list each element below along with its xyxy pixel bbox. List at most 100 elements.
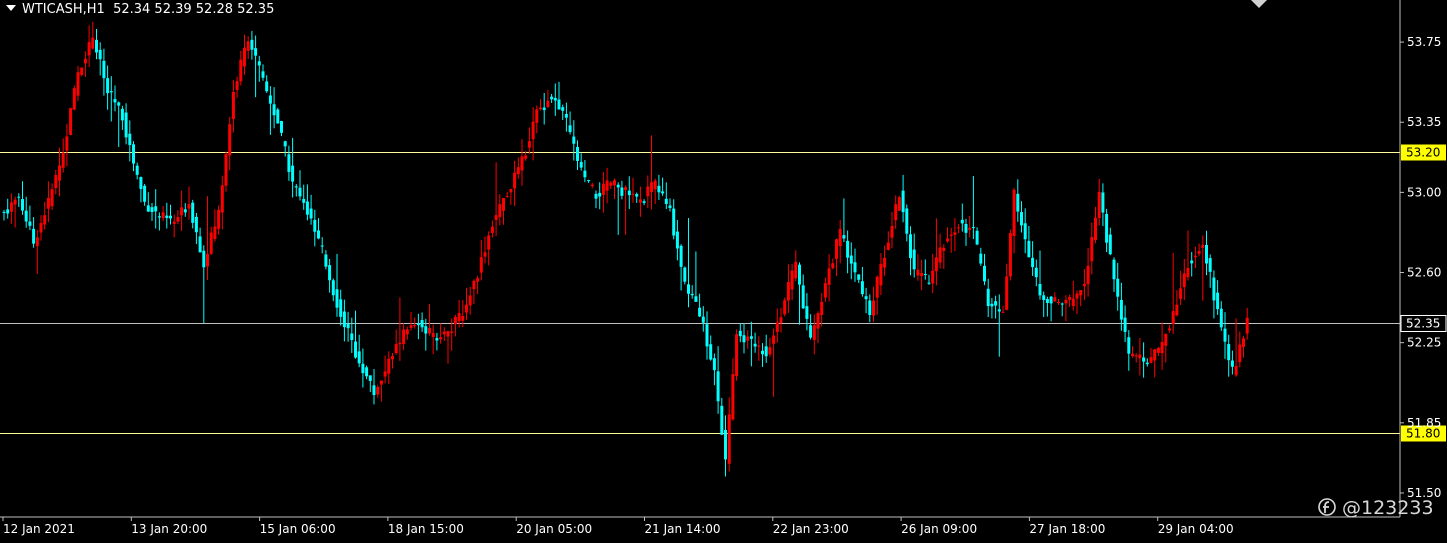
- candle-body: [1038, 283, 1042, 296]
- candle-body: [368, 375, 372, 381]
- candle-body: [553, 98, 557, 101]
- candle-body: [1053, 297, 1057, 302]
- candle-body: [942, 247, 946, 251]
- candle-body: [387, 358, 391, 374]
- candle-body: [83, 58, 87, 64]
- candle-body: [6, 209, 10, 214]
- candle-body: [949, 234, 953, 236]
- candle-body: [1145, 362, 1149, 365]
- candle-body: [1153, 349, 1157, 361]
- candle-body: [994, 301, 998, 306]
- candle-body: [250, 39, 254, 50]
- candle-body: [135, 165, 139, 175]
- candle-body: [1105, 213, 1109, 243]
- candle-body: [243, 47, 246, 67]
- candle-body: [198, 236, 202, 253]
- candle-body: [2, 211, 6, 213]
- candle-body: [350, 333, 354, 341]
- candle-body: [613, 180, 616, 186]
- candle-body: [1230, 360, 1234, 367]
- candle-body: [346, 323, 350, 329]
- candle-body: [890, 226, 894, 238]
- candle-body: [54, 175, 58, 188]
- candle-body: [823, 283, 827, 298]
- candle-body: [768, 347, 772, 355]
- shift-marker-icon[interactable]: [1251, 0, 1267, 8]
- candle-body: [1042, 295, 1046, 301]
- candle-body: [1031, 257, 1035, 268]
- candle-body: [1219, 308, 1223, 328]
- candle-body: [505, 196, 509, 198]
- candle-body: [664, 198, 668, 204]
- candle-body: [65, 136, 69, 151]
- candle-body: [1027, 240, 1031, 258]
- candle-body: [98, 49, 102, 60]
- candle-body: [576, 146, 579, 161]
- candle-body: [1016, 193, 1020, 212]
- candle-body: [113, 99, 117, 103]
- candle-body: [1008, 233, 1012, 277]
- x-tick-label: 27 Jan 18:00: [1029, 522, 1105, 536]
- candle-body: [587, 180, 591, 182]
- candle-body: [1223, 328, 1227, 342]
- candle-body: [146, 205, 150, 212]
- candle-body: [831, 263, 835, 269]
- candle-body: [1001, 311, 1005, 313]
- candle-body: [231, 91, 235, 120]
- candle-body: [117, 102, 121, 106]
- candle-body: [1216, 292, 1220, 310]
- candle-body: [483, 252, 487, 257]
- candle-body: [139, 177, 143, 189]
- candle-body: [298, 187, 302, 197]
- candle-body: [720, 405, 724, 435]
- candle-body: [860, 281, 864, 295]
- candle-body: [1097, 191, 1101, 218]
- candle-body: [342, 311, 346, 328]
- price-chart[interactable]: 53.2052.3551.80 53.7553.3553.0052.6052.2…: [0, 0, 1447, 543]
- candle-body: [971, 227, 975, 229]
- candle-body: [50, 189, 54, 207]
- candle-body: [675, 231, 679, 249]
- candle-body: [872, 300, 875, 316]
- candle-body: [13, 199, 17, 205]
- candle-body: [986, 288, 990, 307]
- watermark-text: @123233: [1342, 497, 1434, 519]
- candle-body: [857, 274, 861, 280]
- candle-body: [1156, 348, 1160, 353]
- candle-body: [786, 282, 790, 301]
- candle-body: [1082, 283, 1086, 287]
- candle-body: [246, 41, 250, 51]
- candle-body: [317, 230, 320, 239]
- candle-body: [1075, 293, 1079, 299]
- candle-body: [361, 363, 365, 374]
- candle-body: [1023, 223, 1027, 240]
- candle-body: [1005, 276, 1009, 310]
- candle-body: [302, 199, 306, 203]
- candle-body: [546, 100, 550, 107]
- candle-body: [1020, 212, 1023, 226]
- y-tick-label: 52.25: [1407, 336, 1441, 350]
- candle-body: [631, 193, 635, 195]
- candle-body: [568, 125, 572, 132]
- candle-body: [17, 196, 21, 198]
- candle-body: [372, 385, 376, 396]
- candle-body: [439, 337, 443, 340]
- candle-body: [1193, 255, 1197, 258]
- candle-body: [335, 289, 339, 308]
- candle-body: [324, 254, 328, 267]
- dropdown-triangle-icon[interactable]: [6, 5, 16, 11]
- candle-body: [431, 333, 435, 337]
- candle-body: [1138, 354, 1142, 359]
- candle-body: [1034, 267, 1038, 278]
- candle-body: [280, 120, 283, 133]
- candle-body: [524, 155, 528, 159]
- candle-body: [102, 60, 106, 79]
- candle-body: [550, 96, 554, 100]
- candle-body: [627, 190, 631, 196]
- candle-body: [642, 201, 646, 203]
- candle-body: [1064, 299, 1068, 304]
- symbol-label: WTICASH,H1: [22, 2, 105, 17]
- candle-body: [946, 238, 949, 242]
- candle-body: [169, 215, 172, 219]
- candle-body: [1142, 357, 1146, 362]
